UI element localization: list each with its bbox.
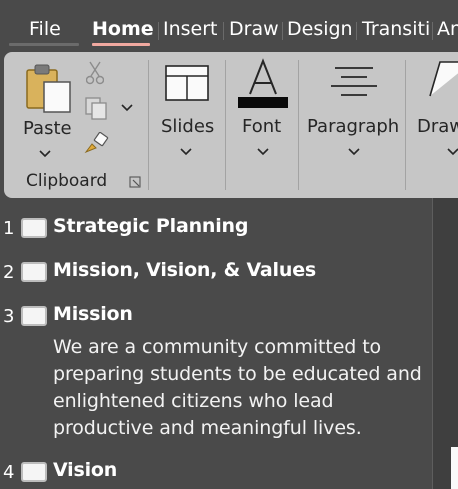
- paste-button[interactable]: Paste: [18, 58, 78, 162]
- shapes-icon: [429, 61, 458, 97]
- chevron-down-icon: [348, 148, 360, 156]
- tab-divider: [432, 22, 433, 40]
- group-separator: [298, 60, 299, 190]
- outline-pane[interactable]: 1 Strategic Planning 2 Mission, Vision, …: [0, 198, 432, 489]
- ribbon: Paste Clipboard Slides Font Paragraph Dr…: [4, 52, 458, 198]
- chevron-down-icon: [39, 150, 51, 158]
- slide-body-text[interactable]: productive and meaningful lives.: [53, 417, 362, 439]
- slides-label: Slides: [161, 116, 215, 137]
- chevron-down-icon[interactable]: [121, 104, 133, 112]
- drawing-button[interactable]: Draw: [412, 58, 458, 162]
- slide-title[interactable]: Vision: [53, 459, 117, 481]
- slide-thumbnail-icon[interactable]: [21, 306, 47, 326]
- tab-animations[interactable]: An: [437, 18, 458, 40]
- tab-home[interactable]: Home: [92, 18, 154, 40]
- slide-body-text[interactable]: preparing students to be educated and: [53, 363, 422, 385]
- slide-number: 3: [3, 306, 15, 327]
- group-separator: [405, 60, 406, 190]
- clipboard-icon: [26, 64, 71, 113]
- slide-thumbnail-icon[interactable]: [21, 462, 47, 482]
- slide-title[interactable]: Mission: [53, 303, 133, 325]
- paste-label: Paste: [23, 118, 72, 139]
- copy-icon[interactable]: [84, 96, 110, 122]
- slide-canvas[interactable]: [451, 447, 458, 489]
- slide-title[interactable]: Strategic Planning: [53, 215, 248, 237]
- tab-divider: [356, 22, 357, 40]
- drawing-label: Draw: [417, 116, 458, 137]
- tab-draw[interactable]: Draw: [229, 18, 279, 40]
- clipboard-group-label: Clipboard: [26, 171, 108, 191]
- group-separator: [225, 60, 226, 190]
- file-tab-underline: [9, 43, 79, 46]
- slide-thumbnail-icon[interactable]: [21, 218, 47, 238]
- cut-icon[interactable]: [86, 60, 104, 86]
- slide-body-text[interactable]: enlightened citizens who lead: [53, 390, 334, 412]
- slide-layout-icon: [165, 65, 209, 101]
- pane-divider[interactable]: [432, 198, 433, 489]
- tab-insert[interactable]: Insert: [163, 18, 218, 40]
- ribbon-tabs: File Home Insert Draw Design Transiti An: [0, 0, 458, 52]
- font-button[interactable]: Font: [234, 56, 292, 160]
- paragraph-label: Paragraph: [307, 116, 400, 137]
- tab-design[interactable]: Design: [287, 18, 353, 40]
- paragraph-button[interactable]: Paragraph: [307, 60, 403, 160]
- group-separator: [148, 60, 149, 190]
- format-painter-icon[interactable]: [84, 132, 110, 156]
- tab-transitions[interactable]: Transiti: [362, 18, 430, 40]
- slide-number: 2: [3, 262, 15, 283]
- slide-editor-pane[interactable]: [432, 198, 458, 489]
- chevron-down-icon: [180, 148, 192, 156]
- chevron-down-icon: [447, 148, 458, 156]
- tab-file[interactable]: File: [29, 18, 61, 40]
- font-label: Font: [242, 116, 282, 137]
- slides-button[interactable]: Slides: [159, 60, 215, 160]
- font-color-icon: [238, 58, 288, 108]
- slide-thumbnail-icon[interactable]: [21, 262, 47, 282]
- chevron-down-icon: [257, 148, 269, 156]
- tab-divider: [158, 22, 159, 40]
- slide-title[interactable]: Mission, Vision, & Values: [53, 259, 316, 281]
- slide-number: 4: [3, 462, 15, 483]
- align-center-icon: [331, 67, 377, 96]
- active-tab-indicator: [92, 43, 150, 46]
- dialog-launcher-icon[interactable]: [129, 176, 141, 188]
- slide-body-text[interactable]: We are a community committed to: [53, 336, 381, 358]
- tab-divider: [282, 22, 283, 40]
- slide-number: 1: [3, 218, 15, 239]
- tab-divider: [223, 22, 224, 40]
